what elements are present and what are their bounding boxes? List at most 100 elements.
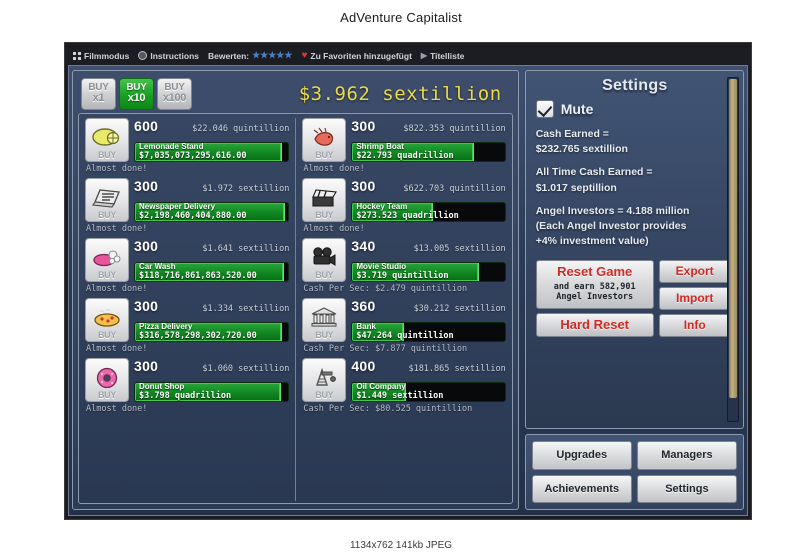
donut-icon[interactable]: BUY xyxy=(85,358,129,402)
mute-label: Mute xyxy=(560,101,594,117)
angel-investors-block: Angel Investors = 4.188 million (Each An… xyxy=(536,204,734,250)
mute-checkbox-icon[interactable] xyxy=(535,100,554,118)
achievements-button[interactable]: Achievements xyxy=(531,474,632,503)
carwash-icon[interactable]: BUY xyxy=(85,238,129,282)
business-status: Almost done! xyxy=(86,344,148,354)
business-progress-bar[interactable]: Shrimp Boat $22.793 quadrillion xyxy=(351,142,506,162)
business-main: BUY 300 $622.703 quintillion Hockey Team… xyxy=(302,178,506,222)
newspaper-glyph xyxy=(92,189,120,208)
info-button[interactable]: Info xyxy=(658,313,731,338)
business-numbers: 300 $622.703 quintillion xyxy=(351,178,505,202)
buy-label: BUY xyxy=(315,390,334,400)
business-value: $7,035,073,295,616.00 xyxy=(139,150,247,161)
export-button[interactable]: Export xyxy=(658,259,731,283)
business-count: 360 xyxy=(351,298,376,314)
buy-label: BUY xyxy=(97,330,117,340)
buy-label: BUY xyxy=(97,390,117,400)
mute-toggle[interactable]: Mute xyxy=(535,100,734,118)
business-main: BUY 600 $22.046 quintillion Lemonade Sta… xyxy=(85,118,290,162)
business-main: BUY 340 $13.005 sextillion Movie Studio … xyxy=(302,238,506,282)
managers-button[interactable]: Managers xyxy=(636,441,737,470)
toolbar-title-list[interactable]: ▶ Titelliste xyxy=(421,51,464,61)
business-progress-bar[interactable]: Lemonade Stand $7,035,073,295,616.00 xyxy=(134,142,290,162)
business-value: $316,578,298,302,720.00 xyxy=(139,330,257,341)
business-count: 300 xyxy=(351,118,376,134)
business-progress-bar[interactable]: Bank $47.264 quintillion xyxy=(351,322,506,342)
settings-panel: Settings Mute Cash Earned = $232.765 sex… xyxy=(524,70,744,510)
business-count: 340 xyxy=(351,238,376,254)
instructions-icon xyxy=(138,51,148,60)
settings-buttons-left: Reset Game and earn 582,901 Angel Invest… xyxy=(535,259,654,338)
business-info: 300 $822.353 quintillion Shrimp Boat $22… xyxy=(351,118,506,162)
business-count: 600 xyxy=(134,118,159,134)
business-progress-bar[interactable]: Pizza Delivery $316,578,298,302,720.00 xyxy=(134,322,290,342)
title-list-label: Titelliste xyxy=(430,50,465,61)
bottom-strip: 1134x762 141kb JPEG xyxy=(0,519,802,553)
reset-game-button[interactable]: Reset Game and earn 582,901 Angel Invest… xyxy=(535,259,654,309)
business-value: $47.264 quintillion xyxy=(356,330,454,341)
business-progress-bar[interactable]: Movie Studio $3.719 quintillion xyxy=(351,262,506,282)
buy-multiplier-x10[interactable]: BUY x10 xyxy=(119,78,154,110)
donut-glyph xyxy=(96,367,118,388)
buy-multiplier-x1[interactable]: BUY x1 xyxy=(81,78,116,110)
business-column-right: BUY 300 $822.353 quintillion Shrimp Boat… xyxy=(295,118,511,501)
hard-reset-button[interactable]: Hard Reset xyxy=(535,312,654,338)
business-status: Cash Per Sec: $7.877 quintillion xyxy=(303,344,468,354)
business-progress-bar[interactable]: Newspaper Delivery $2,198,460,404,880.00 xyxy=(134,202,290,222)
rate-label: Bewerten: xyxy=(208,50,250,61)
business-info: 300 $1.334 sextillion Pizza Delivery $31… xyxy=(134,298,290,342)
business-status: Almost done! xyxy=(86,284,148,294)
business-cost: $822.353 quintillion xyxy=(403,124,506,134)
upgrades-button[interactable]: Upgrades xyxy=(531,441,632,470)
settings-scrollbar[interactable] xyxy=(727,77,739,422)
buy-mult-bottom: x100 xyxy=(162,92,187,105)
instructions-label: Instructions xyxy=(150,50,199,61)
business-numbers: 600 $22.046 quintillion xyxy=(134,118,289,142)
business-status: Almost done! xyxy=(86,224,148,234)
business-cost: $1.641 sextillion xyxy=(202,244,290,254)
cash-earned-block: Cash Earned = $232.765 sextillion xyxy=(536,127,734,157)
movie-camera-icon[interactable]: BUY xyxy=(302,238,347,282)
business-progress-bar[interactable]: Donut Shop $3.798 quadrillion xyxy=(134,382,290,402)
progress-text: Newspaper Delivery $2,198,460,404,880.00 xyxy=(139,203,285,221)
progress-text: Pizza Delivery $316,578,298,302,720.00 xyxy=(139,323,285,341)
page-title: AdVenture Capitalist xyxy=(340,9,462,25)
game-frame: Filmmodus Instructions Bewerten: ★★★★★ ♥… xyxy=(64,42,752,520)
toolbar-film-mode[interactable]: Filmmodus xyxy=(73,51,129,61)
business-value: $1.449 sextillion xyxy=(356,390,444,401)
business-numbers: 300 $1.334 sextillion xyxy=(134,298,289,322)
progress-text: Lemonade Stand $7,035,073,295,616.00 xyxy=(139,143,285,161)
business-row: BUY 300 $1.641 sextillion Car Wash $118,… xyxy=(85,238,290,296)
buy-mult-bottom: x10 xyxy=(127,92,146,105)
business-cost: $1.334 sextillion xyxy=(202,304,290,314)
settings-buttons-right: Export Import Info xyxy=(658,259,731,338)
businesses-header: BUY x1 BUY x10 BUY x100 $3.962 sextillio… xyxy=(78,75,513,113)
business-info: 300 $622.703 quintillion Hockey Team $27… xyxy=(351,178,506,222)
business-main: BUY 300 $1.641 sextillion Car Wash $118,… xyxy=(85,238,290,282)
lemon-icon[interactable]: BUY xyxy=(85,118,129,162)
progress-text: Bank $47.264 quintillion xyxy=(356,323,501,341)
buy-label: BUY xyxy=(315,330,334,340)
business-status: Cash Per Sec: $2.479 quintillion xyxy=(303,284,468,294)
business-progress-bar[interactable]: Oil Company $1.449 sextillion xyxy=(351,382,506,402)
toolbar-rating[interactable]: Bewerten: ★★★★★ xyxy=(208,50,292,61)
import-button[interactable]: Import xyxy=(658,286,731,310)
toolbar-favorite[interactable]: ♥ Zu Favoriten hinzugefügt xyxy=(301,50,411,61)
oil-derrick-icon[interactable]: BUY xyxy=(302,358,347,402)
business-progress-bar[interactable]: Hockey Team $273.523 quadrillion xyxy=(351,202,506,222)
pizza-icon[interactable]: BUY xyxy=(85,298,129,342)
buy-multiplier-x100[interactable]: BUY x100 xyxy=(157,78,192,110)
shrimp-icon[interactable]: BUY xyxy=(302,118,347,162)
toolbar-instructions[interactable]: Instructions xyxy=(138,51,199,61)
business-count: 300 xyxy=(351,178,376,194)
rating-stars[interactable]: ★★★★★ xyxy=(252,50,292,61)
progress-text: Movie Studio $3.719 quintillion xyxy=(356,263,501,281)
settings-scrollbar-thumb[interactable] xyxy=(729,79,737,398)
newspaper-icon[interactable]: BUY xyxy=(85,178,129,222)
bank-icon[interactable]: BUY xyxy=(302,298,347,342)
business-main: BUY 300 $1.334 sextillion Pizza Delivery… xyxy=(85,298,290,342)
clapperboard-icon[interactable]: BUY xyxy=(302,178,347,222)
business-progress-bar[interactable]: Car Wash $118,716,861,863,520.00 xyxy=(134,262,290,282)
settings-button[interactable]: Settings xyxy=(636,474,737,503)
lemon-glyph xyxy=(92,128,120,146)
